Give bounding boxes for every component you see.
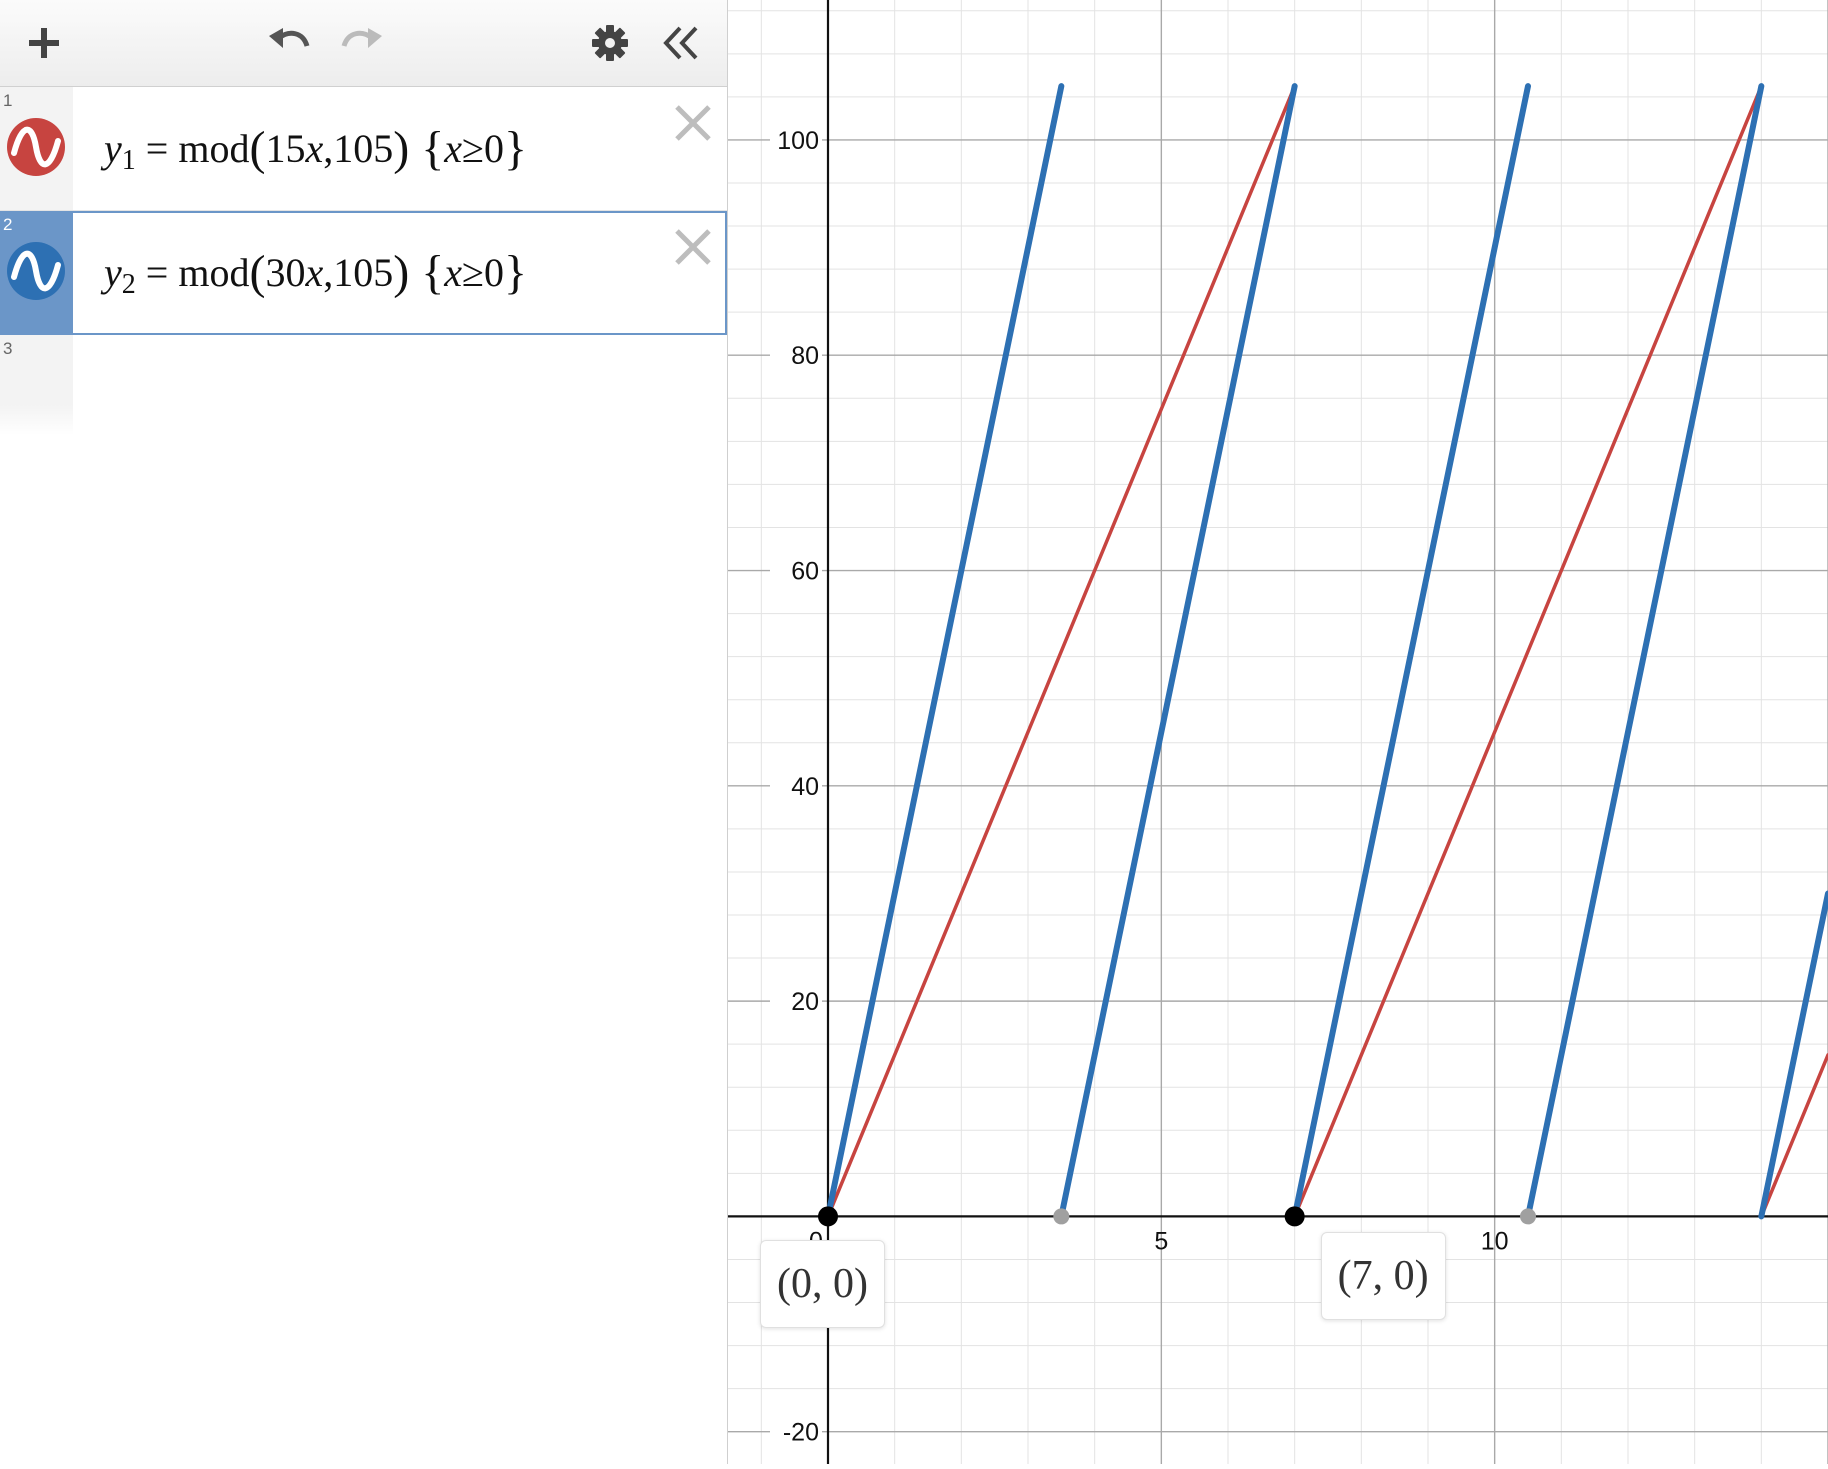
minor-grid — [728, 0, 1828, 1464]
double-chevron-left-icon — [663, 26, 698, 60]
modulus-value: 105 — [333, 126, 394, 171]
open-brace: { — [409, 122, 445, 175]
expression-math-input[interactable]: y2 = mod(30 x, 105) {x ≥0} — [104, 211, 527, 334]
curve-segment[interactable] — [1291, 83, 1531, 1220]
sine-wave-icon — [7, 118, 65, 176]
expression-gutter[interactable]: 2 — [0, 211, 73, 334]
curve-segment[interactable] — [1759, 1053, 1828, 1219]
x-tick-label: 10 — [1481, 1227, 1509, 1255]
expression-index: 2 — [3, 215, 13, 234]
argument-coefficient: 30 — [265, 250, 306, 295]
y-tick-label: -20 — [783, 1419, 819, 1447]
redo-icon — [341, 28, 382, 48]
delete-expression-button[interactable] — [671, 101, 715, 145]
lhs-variable: y — [104, 250, 122, 295]
y-tick-label: 40 — [791, 773, 819, 801]
open-paren: ( — [249, 122, 266, 175]
major-grid — [728, 0, 1828, 1464]
collapse-panel-button[interactable] — [652, 0, 712, 86]
open-paren: ( — [249, 246, 266, 299]
close-icon — [675, 229, 711, 265]
expression-list: 1 y1 = mod(15 x, 105) {x ≥0} 2 y 2 = mod… — [0, 87, 727, 435]
argument-variable: x — [305, 126, 324, 171]
expression-toolbar — [0, 0, 727, 87]
expression-row-1[interactable]: 1 y1 = mod(15 x, 105) {x ≥0} — [0, 87, 727, 211]
y-tick-label: 60 — [791, 558, 819, 586]
point-coordinate-label[interactable]: (0, 0) — [760, 1240, 885, 1329]
close-icon — [675, 105, 711, 141]
curve-segment[interactable] — [1058, 83, 1298, 1220]
equals-sign: = — [135, 250, 179, 295]
function-name: mod — [178, 126, 250, 171]
equals-sign: = — [135, 126, 179, 171]
expression-gutter[interactable]: 3 — [0, 335, 73, 435]
argument-coefficient: 15 — [265, 126, 306, 171]
graph-point[interactable] — [1284, 1206, 1305, 1227]
curve-segment[interactable] — [1525, 83, 1765, 1220]
graph-color-toggle[interactable] — [6, 117, 66, 177]
lhs-variable: y — [104, 126, 122, 171]
close-brace: } — [503, 246, 527, 299]
curve-segment[interactable] — [1758, 890, 1828, 1220]
expression-gutter[interactable]: 1 — [0, 87, 73, 210]
expression-row-2[interactable]: 2 y2 = mod(30 x, 105) {x ≥0} — [0, 211, 727, 335]
expression-math-input[interactable]: y1 = mod(15 x, 105) {x ≥0} — [104, 87, 527, 210]
lhs-subscript: 1 — [121, 144, 136, 176]
sine-wave-icon — [7, 242, 65, 300]
redo-button[interactable] — [333, 0, 393, 86]
function-name: mod — [178, 250, 250, 295]
condition-variable: x — [444, 126, 462, 171]
close-brace: } — [503, 122, 527, 175]
add-expression-button[interactable] — [14, 0, 74, 86]
graph-point[interactable] — [1520, 1208, 1536, 1225]
close-paren: ) — [393, 122, 410, 175]
graph-canvas[interactable]: 0510-2020406080100 — [728, 0, 1828, 1464]
condition-value: 0 — [483, 126, 504, 171]
plus-icon — [29, 28, 59, 58]
y-tick-label: 20 — [791, 988, 819, 1016]
x-tick-label: 5 — [1154, 1227, 1168, 1255]
undo-icon — [269, 28, 310, 48]
open-brace: { — [409, 246, 445, 299]
comma: , — [323, 126, 334, 171]
y-tick-label: 80 — [791, 342, 819, 370]
lhs-subscript: 2 — [121, 268, 136, 300]
expression-panel: 1 y1 = mod(15 x, 105) {x ≥0} 2 y 2 = mod… — [0, 0, 728, 1464]
expression-row-3[interactable]: 3 — [0, 335, 727, 435]
graph-curve-2[interactable] — [825, 83, 1828, 1220]
condition-variable: x — [444, 250, 462, 295]
settings-button[interactable] — [580, 0, 640, 86]
comma: , — [323, 250, 334, 295]
condition-operator: ≥ — [462, 126, 484, 171]
graph-point[interactable] — [818, 1206, 838, 1227]
point-coordinate-label[interactable]: (7, 0) — [1320, 1232, 1446, 1321]
y-tick-label: 100 — [777, 127, 819, 155]
modulus-value: 105 — [333, 250, 394, 295]
condition-value: 0 — [483, 250, 504, 295]
expression-index: 3 — [3, 339, 13, 358]
graph-color-toggle[interactable] — [6, 241, 66, 301]
curve-segment[interactable] — [826, 84, 1297, 1219]
graph-paper[interactable]: 0510-2020406080100 (0, 0)(7, 0) — [728, 0, 1828, 1464]
gear-icon — [592, 25, 628, 61]
undo-button[interactable] — [258, 0, 318, 86]
curve-segment[interactable] — [825, 83, 1065, 1220]
argument-variable: x — [305, 250, 324, 295]
curve-segment[interactable] — [1292, 84, 1764, 1219]
expression-index: 1 — [3, 91, 13, 110]
delete-expression-button[interactable] — [671, 225, 715, 269]
graph-point[interactable] — [1053, 1208, 1070, 1225]
condition-operator: ≥ — [462, 250, 484, 295]
close-paren: ) — [393, 246, 410, 299]
